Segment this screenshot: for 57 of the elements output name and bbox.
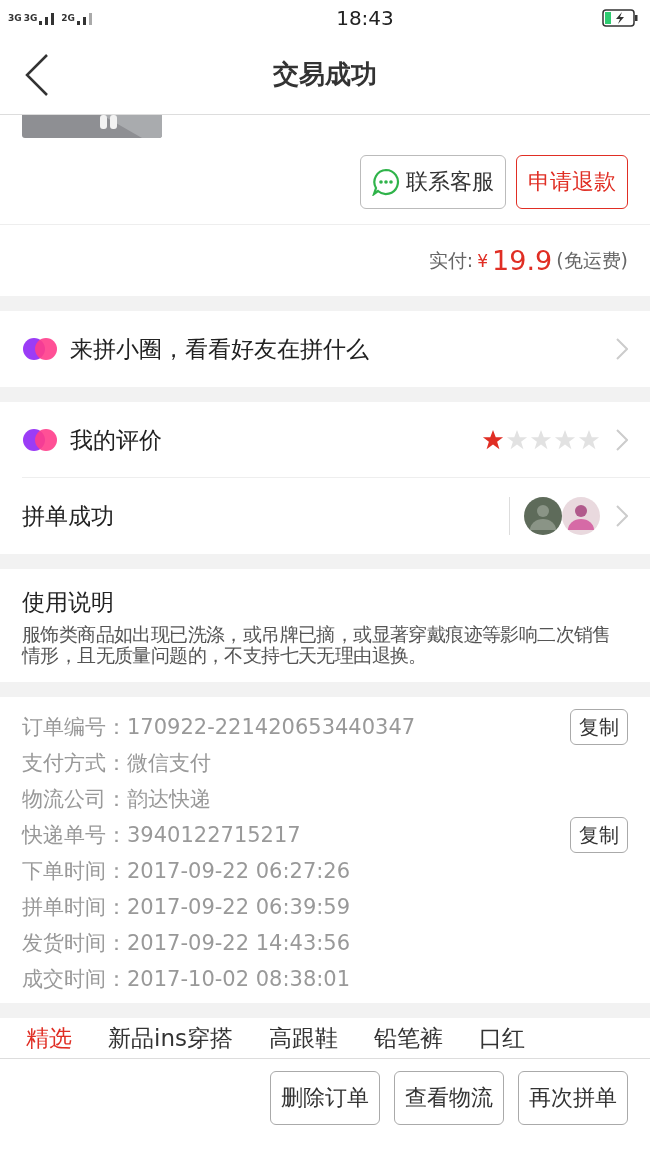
info-value: 2017-10-02 08:38:01 [127,967,352,991]
chevron-icon [616,505,628,527]
action-button[interactable]: 联系客服 [360,154,506,209]
star-icon [482,429,504,451]
info-label: 支付方式： [22,750,127,777]
currency-symbol: ¥ [477,250,489,271]
star-icon [554,429,576,451]
info-label: 快递单号： [22,822,127,849]
avatar [562,497,600,535]
row-label[interactable]: 拼单成功 [22,500,497,532]
row-label[interactable]: 来拼小圈，看看好友在拼什么 [70,333,600,365]
action-button[interactable]: 申请退款 [516,154,628,209]
order-button[interactable]: 删除订单 [270,1071,380,1125]
info-value: 170922-221420653440347 [127,715,417,739]
battery-icon [602,8,638,27]
category-tab[interactable]: 口红 [478,1023,525,1053]
usage-note: 服饰类商品如出现已洗涤，或吊牌已摘，或显著穿戴痕迹等影响二次销售情形，且无质量问题的，不支持七天无理由退换。 [22,624,612,666]
info-value: 微信支付 [127,750,212,777]
category-tab[interactable]: 铅笔裤 [373,1023,443,1053]
info-value: 2017-09-22 06:27:26 [127,859,352,883]
chevron-icon [616,338,628,360]
row-label[interactable]: 我的评价 [70,424,470,456]
category-tab[interactable]: 新品ins穿搭 [108,1023,233,1053]
order-button[interactable]: 查看物流 [394,1071,504,1125]
shipping-note: (免运费) [556,247,628,273]
info-value: 韵达快递 [127,786,212,813]
info-value: 2017-09-22 06:39:59 [127,895,352,919]
paid-amount: 19.9 [492,245,553,276]
section-title: 使用说明 [22,588,115,617]
category-tab[interactable]: 高跟鞋 [268,1023,338,1053]
star-icon [578,429,600,451]
order-button[interactable]: 再次拼单 [518,1071,628,1125]
info-label: 成交时间： [22,966,127,993]
info-label: 订单编号： [22,714,127,741]
star-icon [506,429,528,451]
info-label: 下单时间： [22,858,127,885]
info-value: 2017-09-22 14:43:56 [127,931,352,955]
info-value: 3940122715217 [127,823,302,847]
network-label: 3G [8,12,22,23]
category-tab[interactable]: 精选 [26,1023,72,1053]
back-icon[interactable] [25,54,49,96]
chevron-icon [616,429,628,451]
page-title: 交易成功 [273,58,377,91]
chat-icon [372,167,400,196]
network-label: 3G [23,12,38,23]
copy-button[interactable]: 复制 [570,817,628,853]
info-label: 发货时间： [22,930,127,957]
info-label: 拼单时间： [22,894,127,921]
avatar [524,497,562,535]
clock: 18:43 [336,5,394,30]
network-label: 2G [61,12,75,23]
star-icon [530,429,552,451]
info-label: 物流公司： [22,786,127,813]
logo-icon [22,428,58,452]
logo-icon [22,337,58,361]
copy-button[interactable]: 复制 [570,709,628,745]
paid-label: 实付: [428,247,474,273]
